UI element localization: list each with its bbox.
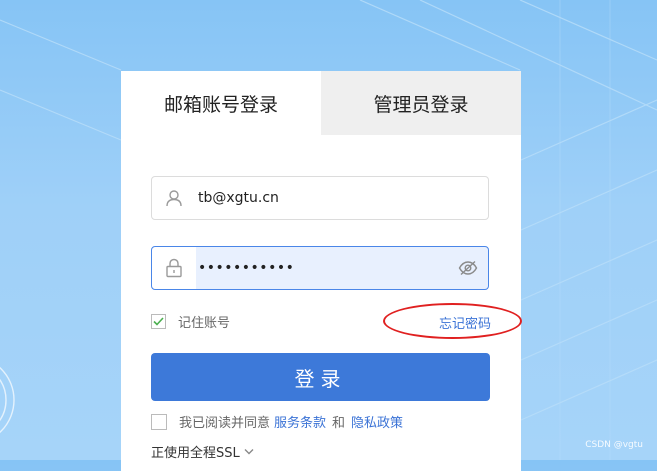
remember-account[interactable]: 记住账号 [151, 312, 230, 331]
tab-admin-login[interactable]: 管理员登录 [321, 71, 521, 135]
terms-link[interactable]: 服务条款 [274, 412, 326, 431]
remember-label: 记住账号 [178, 316, 231, 331]
forgot-password-link[interactable]: 忘记密码 [439, 313, 491, 332]
remember-checkbox[interactable] [151, 314, 166, 329]
agreement: 我已阅读并同意 服务条款 和 隐私政策 [151, 412, 403, 431]
lock-icon [152, 247, 196, 289]
agreement-prefix: 我已阅读并同意 [179, 416, 271, 431]
tab-email-login[interactable]: 邮箱账号登录 [121, 71, 321, 135]
eye-slash-icon[interactable] [448, 247, 488, 289]
chevron-down-icon [244, 445, 254, 458]
password-value[interactable]: ••••••••••• [196, 260, 448, 276]
agreement-checkbox[interactable] [151, 413, 167, 430]
privacy-link[interactable]: 隐私政策 [351, 412, 403, 431]
login-button[interactable]: 登录 [151, 353, 490, 401]
user-icon [152, 177, 196, 219]
agreement-conjunction: 和 [332, 416, 346, 431]
ssl-label: 正使用全程SSL [151, 446, 240, 461]
watermark: CSDN @vgtu [585, 440, 643, 450]
email-field[interactable]: tb@xgtu.cn [151, 176, 489, 220]
email-value[interactable]: tb@xgtu.cn [196, 190, 488, 206]
login-panel: 邮箱账号登录 管理员登录 tb@xgtu.cn ••••••••••• 记住账号… [121, 71, 521, 471]
password-field[interactable]: ••••••••••• [151, 246, 489, 290]
ssl-selector[interactable]: 正使用全程SSL [151, 442, 254, 461]
login-tabs: 邮箱账号登录 管理员登录 [121, 71, 521, 135]
